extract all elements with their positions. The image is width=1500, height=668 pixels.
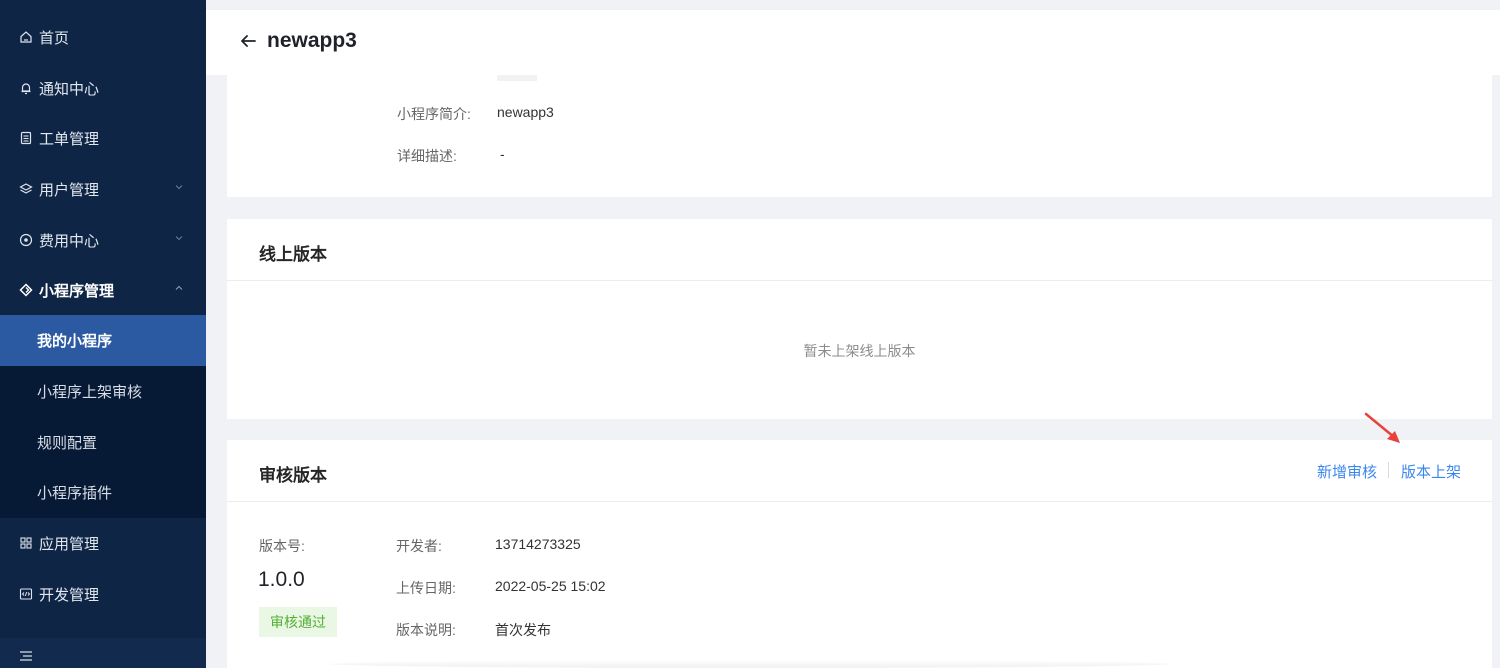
sidebar-collapse-toggle[interactable] [0,638,206,668]
submenu-rule-config[interactable]: 规则配置 [0,417,206,468]
divider [227,280,1492,281]
detail-value: - [500,146,505,162]
nav-label: 通知中心 [39,80,100,98]
nav-label: 应用管理 [39,535,100,553]
version-desc-value: 首次发布 [495,622,551,638]
upload-date-label: 上传日期: [396,580,456,596]
nav-item-miniapp-management[interactable]: 小程序管理 [0,265,206,315]
add-review-button[interactable]: 新增审核 [1317,461,1377,482]
review-version-title: 审核版本 [259,466,327,485]
online-version-card: 线上版本 暂未上架线上版本 [227,219,1492,419]
submenu-label: 我的小程序 [37,333,113,350]
version-label: 版本号: [259,538,305,554]
layers-icon [19,182,33,196]
nav-item-notifications[interactable]: 通知中心 [0,63,206,113]
home-icon [19,30,33,44]
developer-value: 13714273325 [495,536,581,552]
status-badge: 审核通过 [259,607,337,637]
submenu-plugins[interactable]: 小程序插件 [0,467,206,518]
nav-item-home[interactable]: 首页 [0,12,206,62]
review-version-card: 审核版本 新增审核 版本上架 版本号: 1.0.0 审核通过 开发者: 1371… [227,440,1492,668]
online-version-title: 线上版本 [259,245,327,264]
submenu-miniapp-review[interactable]: 小程序上架审核 [0,366,206,417]
nav-item-users[interactable]: 用户管理 [0,164,206,214]
submenu-my-miniapps[interactable]: 我的小程序 [0,315,206,366]
diamond-icon [19,283,33,297]
nav-label: 费用中心 [39,232,100,250]
nav-item-billing[interactable]: 费用中心 [0,215,206,265]
document-icon [19,131,33,145]
chevron-up-icon [175,285,183,290]
action-separator [1388,462,1389,478]
nav-label: 首页 [39,29,70,47]
version-desc-label: 版本说明: [396,622,456,638]
submenu-label: 小程序插件 [37,485,113,502]
page-title: newapp3 [267,29,357,52]
menu-icon [20,651,32,661]
nav-label: 开发管理 [39,586,100,604]
chevron-down-icon [175,185,183,190]
annotation-arrow-icon [1364,412,1400,443]
detail-label: 详细描述: [397,148,457,164]
code-icon [19,587,33,601]
empty-online-version-text: 暂未上架线上版本 [803,343,916,359]
nav-label: 用户管理 [39,181,100,199]
version-number: 1.0.0 [258,568,305,591]
grid-icon [19,536,33,550]
page-header: newapp3 [206,10,1500,75]
back-arrow-icon[interactable] [237,30,259,52]
basic-info-card: 小程序简介: newapp3 详细描述: - [227,75,1492,197]
miniapp-submenu: 我的小程序 小程序上架审核 规则配置 小程序插件 [0,315,206,518]
nav-item-app-management[interactable]: 应用管理 [0,518,206,568]
sidebar: 首页 通知中心 工单管理 用户管理 费用中心 小程序管理 我的小程序 小程序上架… [0,0,206,668]
icon-placeholder [497,75,537,81]
submenu-label: 规则配置 [37,435,98,452]
nav-item-tickets[interactable]: 工单管理 [0,113,206,163]
nav-label: 小程序管理 [39,282,115,300]
developer-label: 开发者: [396,538,442,554]
bell-icon [19,81,33,95]
nav-label: 工单管理 [39,130,100,148]
upload-date-value: 2022-05-25 15:02 [495,578,606,594]
intro-value: newapp3 [497,104,554,120]
circle-dot-icon [19,233,33,247]
bottom-shadow [330,660,1170,668]
intro-label: 小程序简介: [397,106,471,122]
nav-item-dev-management[interactable]: 开发管理 [0,569,206,619]
divider [227,501,1492,502]
publish-version-button[interactable]: 版本上架 [1401,461,1461,482]
chevron-down-icon [175,236,183,241]
submenu-label: 小程序上架审核 [37,384,143,401]
